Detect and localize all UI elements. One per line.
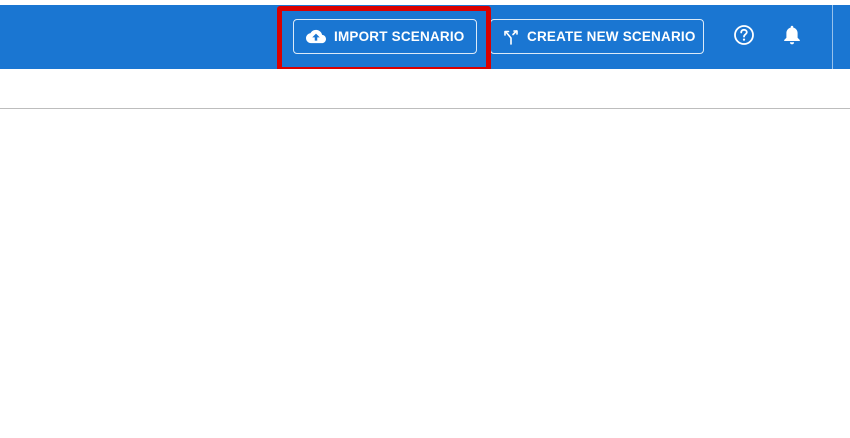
sub-toolbar (0, 69, 850, 109)
app-page: IMPORT SCENARIO CREATE NEW SCENARIO (0, 0, 850, 438)
help-button[interactable] (730, 23, 758, 51)
create-new-scenario-button[interactable]: CREATE NEW SCENARIO (490, 19, 704, 54)
notifications-button[interactable] (778, 23, 806, 51)
top-app-bar: IMPORT SCENARIO CREATE NEW SCENARIO (0, 5, 850, 69)
help-circle-icon (733, 24, 755, 51)
toolbar-divider (832, 5, 833, 69)
import-scenario-button[interactable]: IMPORT SCENARIO (293, 19, 477, 54)
create-new-scenario-label: CREATE NEW SCENARIO (527, 29, 696, 44)
cloud-upload-icon (306, 29, 326, 44)
merge-arrows-icon (503, 29, 519, 45)
import-scenario-label: IMPORT SCENARIO (334, 29, 465, 44)
bell-icon (783, 25, 801, 50)
